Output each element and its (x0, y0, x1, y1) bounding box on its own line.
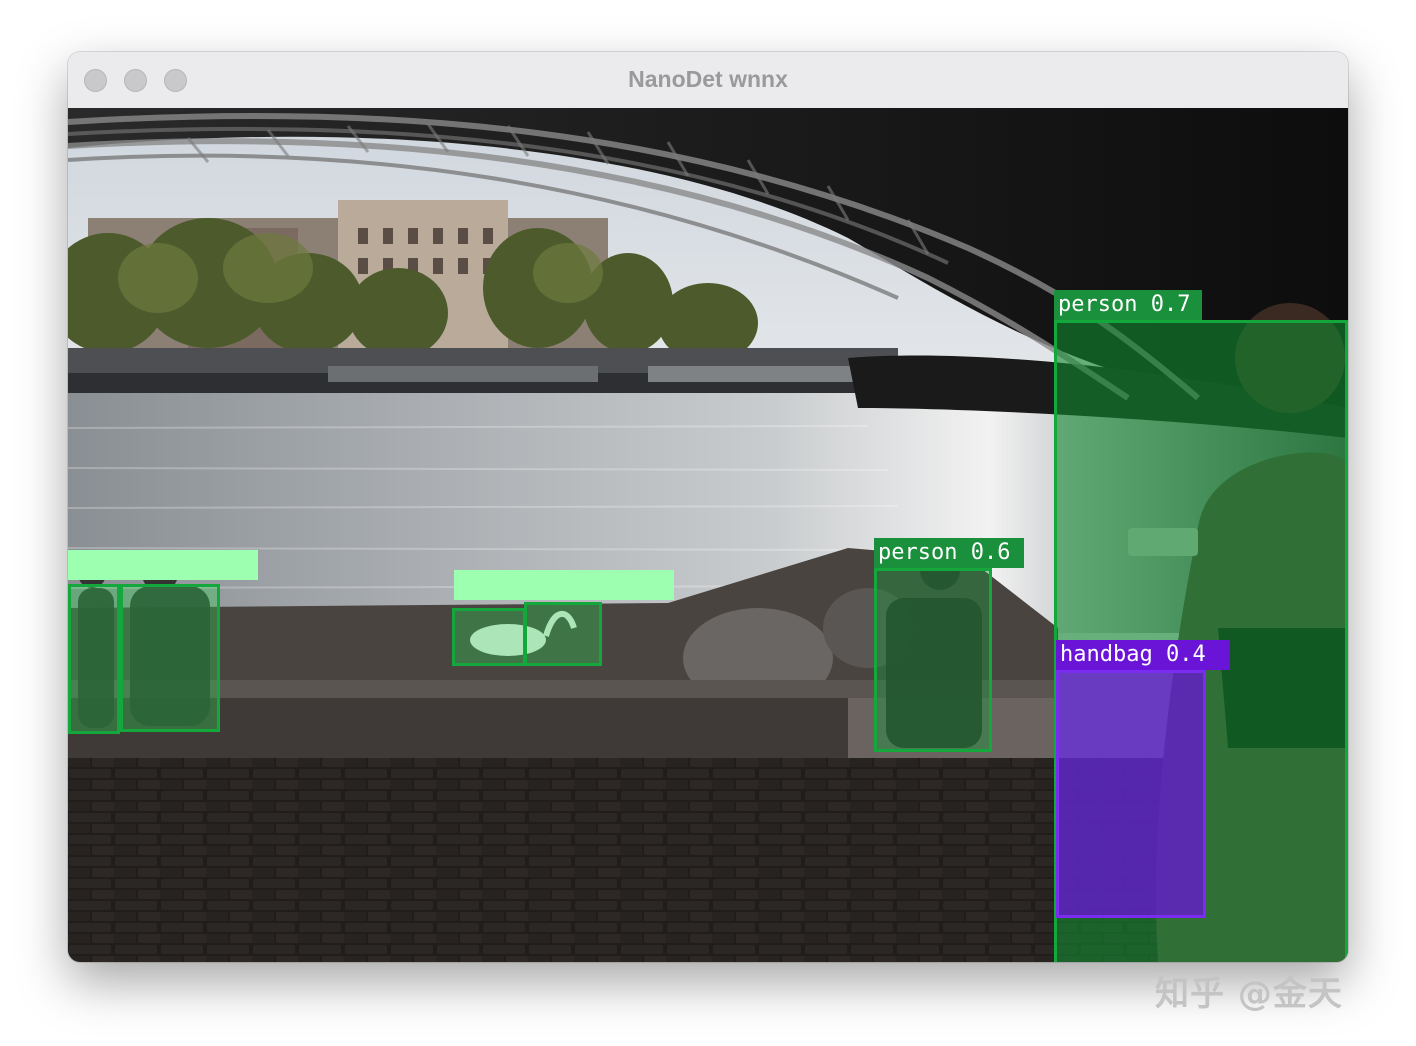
detection-box-person-seated (120, 584, 220, 732)
window-title: NanoDet wnnx (628, 66, 788, 92)
detection-box-person (874, 568, 992, 752)
detection-label-person: person 0.6 (874, 538, 1024, 568)
detection-label-person: person 0.7 (1054, 290, 1202, 320)
title-bar[interactable]: NanoDet wnnx (68, 52, 1348, 108)
detection-label (68, 550, 258, 580)
watermark-text: 知乎 @金天 (1155, 974, 1343, 1014)
detection-label (454, 570, 674, 600)
detection-box-bird (524, 602, 602, 666)
detection-box-bird (452, 608, 526, 666)
detection-box-handbag (1056, 670, 1206, 918)
detection-label-handbag: handbag 0.4 (1056, 640, 1230, 670)
detection-canvas: person 0.6 person 0.7 handbag 0.4 (68, 108, 1348, 962)
app-window: NanoDet wnnx person 0.6 person 0.7 handb… (68, 52, 1348, 962)
detection-box-person-left (68, 584, 120, 734)
